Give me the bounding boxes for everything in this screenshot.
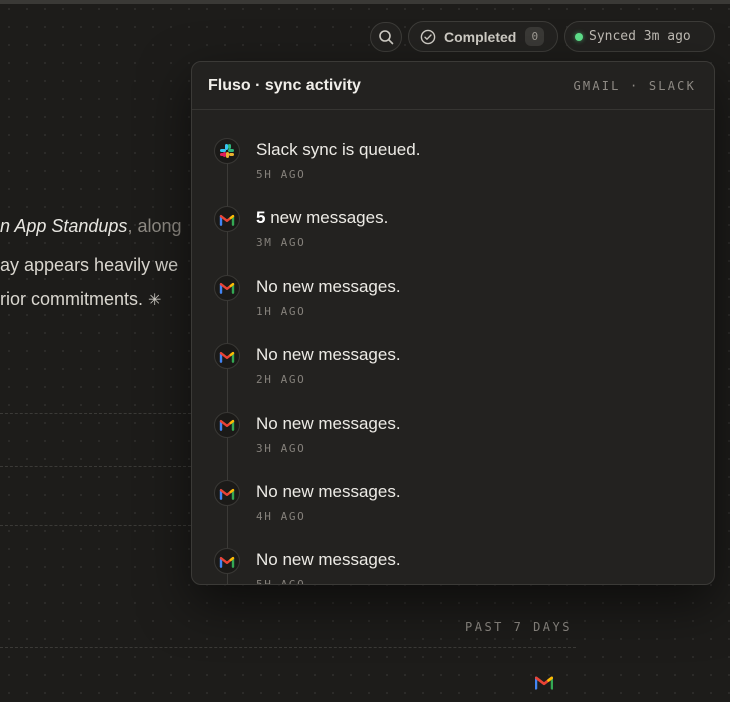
activity-time: 5H AGO	[256, 578, 305, 584]
activity-item[interactable]: 5 new messages. 3M AGO	[192, 178, 714, 249]
completed-filter-button[interactable]: Completed 0	[408, 21, 558, 52]
sync-status-dot	[575, 32, 583, 41]
summary-line-2: ay appears heavily we	[0, 255, 179, 275]
activity-message: Slack sync is queued.	[256, 140, 421, 159]
sync-activity-popover: Fluso · sync activity GMAIL · SLACK Slac…	[191, 61, 715, 585]
activity-item[interactable]: No new messages. 5H AGO	[192, 520, 714, 584]
search-icon	[379, 30, 394, 45]
period-label: PAST 7 DAYS	[465, 620, 572, 634]
activity-item[interactable]: No new messages. 2H AGO	[192, 315, 714, 386]
gmail-icon	[214, 548, 240, 575]
popover-header: Fluso · sync activity GMAIL · SLACK	[192, 62, 714, 110]
gmail-icon	[214, 343, 240, 370]
summary-line-3: rior commitments. ✳	[0, 289, 162, 309]
slack-icon	[214, 138, 240, 164]
sync-status-button[interactable]: Synced 3m ago	[564, 21, 715, 52]
activity-item[interactable]: No new messages. 4H AGO	[192, 452, 714, 523]
gmail-icon	[214, 411, 240, 438]
window-top-edge	[0, 0, 730, 4]
search-button[interactable]	[370, 22, 402, 52]
activity-item[interactable]: No new messages. 3H AGO	[192, 384, 714, 455]
gmail-icon	[214, 480, 240, 506]
summary-line-1: n App Standups, along	[0, 216, 182, 236]
divider	[0, 413, 191, 414]
gmail-icon	[535, 676, 553, 690]
activity-message: 5 new messages.	[256, 208, 389, 228]
activity-message: No new messages.	[256, 345, 401, 365]
gmail-icon	[214, 274, 240, 301]
activity-message: No new messages.	[256, 413, 401, 433]
gmail-icon	[214, 206, 240, 233]
sync-status-label: Synced 3m ago	[589, 29, 691, 44]
activity-feed[interactable]: Slack sync is queued. 5H AGO 5 new messag…	[192, 110, 714, 584]
activity-message: No new messages.	[256, 276, 401, 296]
divider	[0, 466, 191, 467]
completed-label: Completed	[444, 28, 517, 45]
completed-count-badge: 0	[525, 27, 545, 46]
check-circle-icon	[420, 29, 436, 44]
activity-message: No new messages.	[256, 482, 401, 501]
sparkle-icon: ✳	[148, 292, 162, 309]
popover-title: Fluso · sync activity	[208, 76, 361, 94]
divider	[0, 647, 576, 648]
activity-item[interactable]: Slack sync is queued. 5H AGO	[192, 110, 714, 181]
divider	[0, 525, 191, 526]
activity-message: No new messages.	[256, 550, 401, 570]
source-tags: GMAIL · SLACK	[573, 78, 696, 93]
activity-item[interactable]: No new messages. 1H AGO	[192, 247, 714, 318]
